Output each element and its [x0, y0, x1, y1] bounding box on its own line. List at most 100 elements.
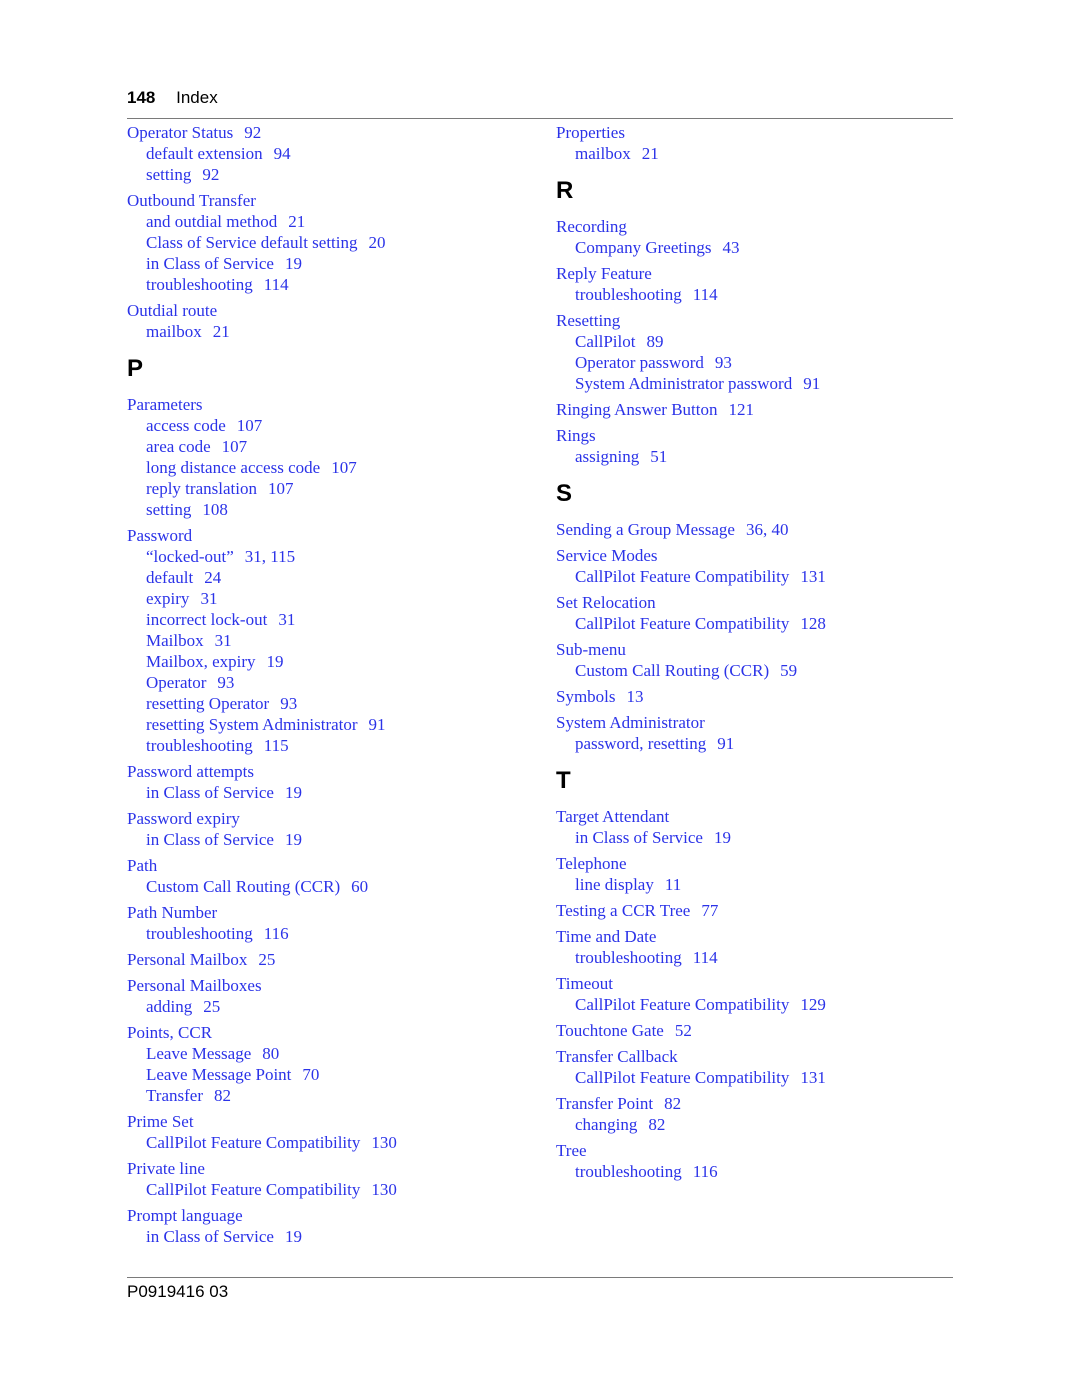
subterm-text[interactable]: Mailbox [146, 631, 204, 650]
index-term[interactable]: Reply Feature [556, 263, 956, 284]
index-term[interactable]: Password attempts [127, 761, 527, 782]
term-text[interactable]: Recording [556, 217, 627, 236]
index-subterm[interactable]: reply translation 107 [127, 478, 527, 499]
index-term[interactable]: Testing a CCR Tree 77 [556, 900, 956, 921]
term-text[interactable]: Touchtone Gate [556, 1021, 664, 1040]
term-text[interactable]: Set Relocation [556, 593, 656, 612]
index-subterm[interactable]: setting 108 [127, 499, 527, 520]
index-subterm[interactable]: Operator password 93 [556, 352, 956, 373]
subterm-text[interactable]: resetting Operator [146, 694, 269, 713]
term-text[interactable]: Testing a CCR Tree [556, 901, 690, 920]
index-subterm[interactable]: access code 107 [127, 415, 527, 436]
term-text[interactable]: Sending a Group Message [556, 520, 735, 539]
index-subterm[interactable]: default extension 94 [127, 143, 527, 164]
index-subterm[interactable]: Operator 93 [127, 672, 527, 693]
term-text[interactable]: Service Modes [556, 546, 658, 565]
page-reference-link[interactable]: 129 [800, 995, 826, 1014]
subterm-text[interactable]: CallPilot Feature Compatibility [575, 995, 789, 1014]
term-text[interactable]: Private line [127, 1159, 205, 1178]
page-reference-link[interactable]: 60 [351, 877, 368, 896]
subterm-text[interactable]: “locked-out” [146, 547, 234, 566]
page-reference-link[interactable]: 21 [213, 322, 230, 341]
index-subterm[interactable]: mailbox 21 [127, 321, 527, 342]
index-term[interactable]: Parameters [127, 394, 527, 415]
page-reference-link[interactable]: 82 [648, 1115, 665, 1134]
page-reference-link[interactable]: 70 [302, 1065, 319, 1084]
index-subterm[interactable]: in Class of Service 19 [127, 253, 527, 274]
index-subterm[interactable]: Company Greetings 43 [556, 237, 956, 258]
index-term[interactable]: Recording [556, 216, 956, 237]
index-subterm[interactable]: troubleshooting 116 [556, 1161, 956, 1182]
index-term[interactable]: Timeout [556, 973, 956, 994]
page-reference-link[interactable]: 107 [268, 479, 294, 498]
index-subterm[interactable]: Class of Service default setting 20 [127, 232, 527, 253]
index-term[interactable]: Target Attendant [556, 806, 956, 827]
page-reference-link[interactable]: 11 [665, 875, 681, 894]
index-subterm[interactable]: Mailbox, expiry 19 [127, 651, 527, 672]
page-reference-link[interactable]: 114 [264, 275, 289, 294]
term-text[interactable]: Time and Date [556, 927, 656, 946]
page-reference-link[interactable]: 31 [278, 610, 295, 629]
index-subterm[interactable]: Custom Call Routing (CCR) 59 [556, 660, 956, 681]
term-text[interactable]: Path Number [127, 903, 217, 922]
page-reference-link[interactable]: 80 [262, 1044, 279, 1063]
term-text[interactable]: Ringing Answer Button [556, 400, 718, 419]
term-text[interactable]: Prime Set [127, 1112, 194, 1131]
page-reference-link[interactable]: 115 [264, 736, 289, 755]
index-subterm[interactable]: in Class of Service 19 [127, 829, 527, 850]
subterm-text[interactable]: in Class of Service [146, 1227, 274, 1246]
page-reference-link[interactable]: 121 [729, 400, 755, 419]
subterm-text[interactable]: incorrect lock-out [146, 610, 267, 629]
index-subterm[interactable]: Leave Message Point 70 [127, 1064, 527, 1085]
page-reference-link[interactable]: 19 [285, 1227, 302, 1246]
term-text[interactable]: Transfer Point [556, 1094, 653, 1113]
page-reference-link[interactable]: 92 [244, 123, 261, 142]
page-reference-link[interactable]: 91 [803, 374, 820, 393]
page-reference-link[interactable]: 82 [664, 1094, 681, 1113]
subterm-text[interactable]: resetting System Administrator [146, 715, 358, 734]
index-subterm[interactable]: CallPilot Feature Compatibility 131 [556, 566, 956, 587]
subterm-text[interactable]: password, resetting [575, 734, 706, 753]
subterm-text[interactable]: in Class of Service [146, 783, 274, 802]
index-term[interactable]: Path [127, 855, 527, 876]
index-subterm[interactable]: assigning 51 [556, 446, 956, 467]
subterm-text[interactable]: Leave Message [146, 1044, 251, 1063]
index-term[interactable]: Outdial route [127, 300, 527, 321]
page-reference-link[interactable]: 21 [288, 212, 305, 231]
index-subterm[interactable]: incorrect lock-out 31 [127, 609, 527, 630]
index-subterm[interactable]: Custom Call Routing (CCR) 60 [127, 876, 527, 897]
page-reference-link[interactable]: 107 [237, 416, 263, 435]
subterm-text[interactable]: reply translation [146, 479, 257, 498]
page-reference-link[interactable]: 21 [642, 144, 659, 163]
subterm-text[interactable]: CallPilot Feature Compatibility [146, 1180, 360, 1199]
term-text[interactable]: Tree [556, 1141, 587, 1160]
page-reference-link[interactable]: 89 [646, 332, 663, 351]
index-subterm[interactable]: default 24 [127, 567, 527, 588]
subterm-text[interactable]: adding [146, 997, 192, 1016]
page-reference-link[interactable]: 128 [800, 614, 826, 633]
subterm-text[interactable]: Company Greetings [575, 238, 711, 257]
index-subterm[interactable]: adding 25 [127, 996, 527, 1017]
index-term[interactable]: Touchtone Gate 52 [556, 1020, 956, 1041]
subterm-text[interactable]: default extension [146, 144, 263, 163]
term-text[interactable]: Reply Feature [556, 264, 652, 283]
index-term[interactable]: Prime Set [127, 1111, 527, 1132]
page-reference-link[interactable]: 19 [267, 652, 284, 671]
page-reference-link[interactable]: 108 [202, 500, 228, 519]
index-subterm[interactable]: long distance access code 107 [127, 457, 527, 478]
page-reference-link[interactable]: 93 [280, 694, 297, 713]
page-reference-link[interactable]: 36, 40 [746, 520, 789, 539]
term-text[interactable]: Timeout [556, 974, 613, 993]
subterm-text[interactable]: Transfer [146, 1086, 203, 1105]
subterm-text[interactable]: troubleshooting [146, 736, 253, 755]
subterm-text[interactable]: long distance access code [146, 458, 320, 477]
subterm-text[interactable]: assigning [575, 447, 639, 466]
term-text[interactable]: Sub-menu [556, 640, 626, 659]
term-text[interactable]: Outdial route [127, 301, 217, 320]
subterm-text[interactable]: default [146, 568, 193, 587]
term-text[interactable]: Transfer Callback [556, 1047, 678, 1066]
page-reference-link[interactable]: 130 [371, 1133, 397, 1152]
subterm-text[interactable]: troubleshooting [146, 275, 253, 294]
term-text[interactable]: Rings [556, 426, 596, 445]
term-text[interactable]: Telephone [556, 854, 627, 873]
